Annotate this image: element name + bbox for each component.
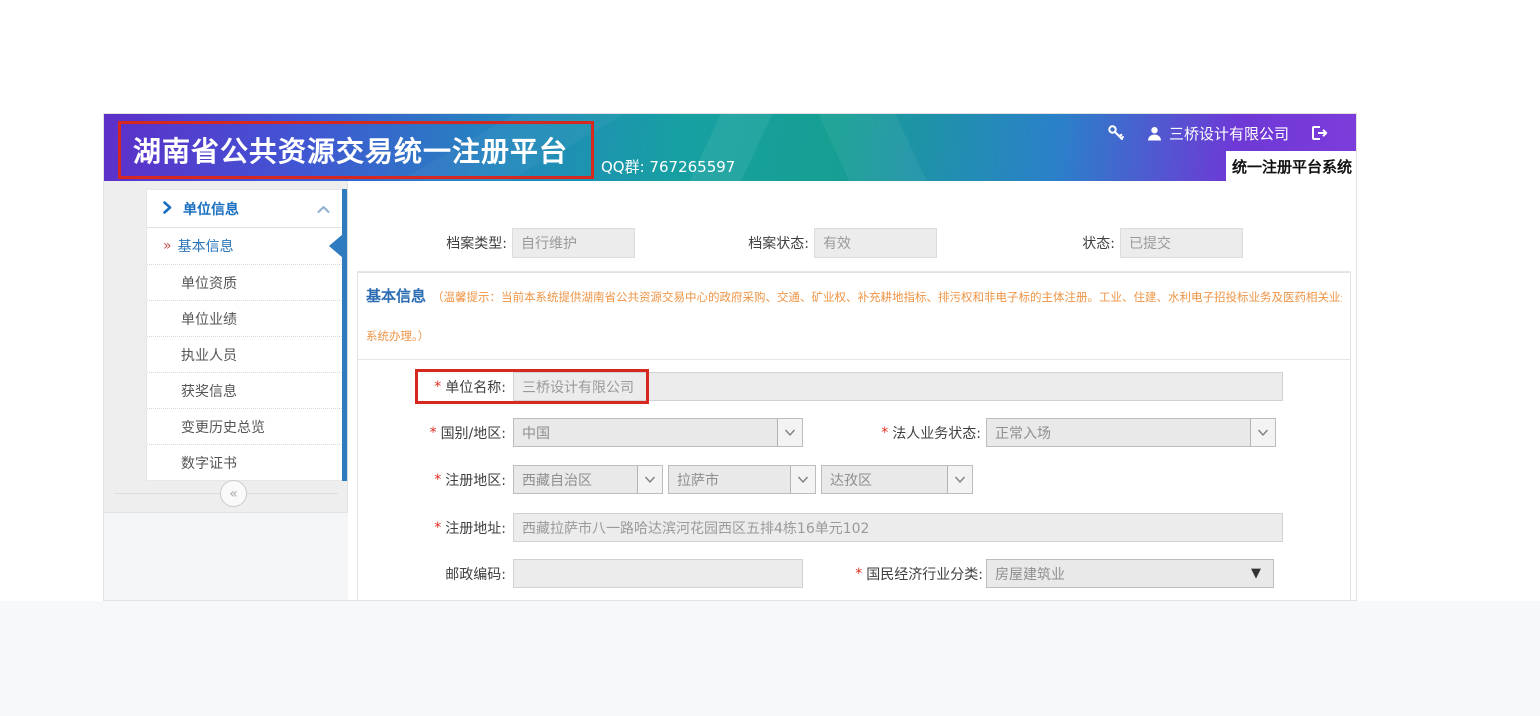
region-row: * 注册地区: 西藏自治区 拉萨市 达孜区 (358, 465, 1352, 495)
sidebar-item-change-history[interactable]: 变更历史总览 (147, 408, 342, 444)
sidebar-item-digital-certificate[interactable]: 数字证书 (147, 444, 342, 480)
chevron-down-icon (777, 419, 802, 446)
status-input[interactable] (1120, 228, 1243, 258)
industry-label: * 国民经济行业分类: (813, 559, 983, 588)
header-actions: 三桥设计有限公司 (1107, 123, 1328, 143)
archive-type-input[interactable] (512, 228, 635, 258)
sidebar: 单位信息 » 基本信息 单位资质 单位业绩 执业人员 获奖信息 变更历史总览 数… (104, 181, 348, 601)
main-content: 档案类型: 档案状态: 状态: 基本信息 （温馨提示：当前本系统提供湖南省公共资… (349, 181, 1357, 601)
sidebar-item-unit-performance[interactable]: 单位业绩 (147, 300, 342, 336)
archive-type-label: 档案类型: (411, 233, 507, 253)
province-select[interactable]: 西藏自治区 (513, 465, 663, 494)
sidebar-item-practitioners[interactable]: 执业人员 (147, 336, 342, 372)
dropdown-triangle-icon: ▼ (1251, 566, 1261, 581)
postal-code-input[interactable] (513, 559, 803, 588)
region-label: * 注册地区: (358, 465, 506, 494)
district-select[interactable]: 达孜区 (821, 465, 973, 494)
address-label: * 注册地址: (358, 513, 506, 542)
status-field: 状态: (1065, 228, 1243, 258)
status-label: 状态: (1065, 233, 1115, 253)
country-select[interactable]: 中国 (513, 418, 803, 447)
unit-name-input[interactable] (513, 372, 1283, 401)
logout-icon[interactable] (1311, 125, 1328, 141)
unit-name-row: * 单位名称: (358, 372, 1352, 402)
tab-unified-registration-system[interactable]: 统一注册平台系统 (1226, 151, 1357, 181)
sidebar-item-basic-info[interactable]: » 基本信息 (147, 228, 342, 264)
section-title: 基本信息 (366, 285, 426, 306)
section-notice-line2: 系统办理。） (366, 328, 1342, 344)
chevron-right-icon (163, 199, 172, 218)
user-menu[interactable]: 三桥设计有限公司 (1147, 123, 1289, 144)
sidebar-item-unit-qualification[interactable]: 单位资质 (147, 264, 342, 300)
legal-status-label: * 法人业务状态: (813, 418, 981, 447)
sidebar-accent-bar (342, 189, 347, 481)
chevron-up-icon[interactable] (317, 199, 330, 218)
active-marker-icon: » (163, 238, 172, 254)
address-input[interactable] (513, 513, 1283, 542)
basic-info-section: 基本信息 （温馨提示：当前本系统提供湖南省公共资源交易中心的政府采购、交通、矿业… (357, 272, 1351, 601)
sidebar-collapse-bar: « (104, 480, 348, 508)
country-row: * 国别/地区: 中国 * 法人业务状态: 正常入场 (358, 418, 1352, 448)
header-banner: 湖南省公共资源交易统一注册平台 QQ群: 767265597 三桥设计有限公司 … (104, 114, 1357, 181)
sidebar-item-awards[interactable]: 获奖信息 (147, 372, 342, 408)
archive-type-field: 档案类型: (411, 228, 635, 258)
address-row: * 注册地址: (358, 513, 1352, 543)
city-select[interactable]: 拉萨市 (668, 465, 816, 494)
chevron-down-icon (947, 466, 972, 493)
archive-status-input[interactable] (814, 228, 937, 258)
sidebar-menu: 单位信息 » 基本信息 单位资质 单位业绩 执业人员 获奖信息 变更历史总览 数… (146, 189, 342, 481)
chevron-down-icon (790, 466, 815, 493)
app-window: 湖南省公共资源交易统一注册平台 QQ群: 767265597 三桥设计有限公司 … (103, 113, 1357, 601)
title-highlight-box: 湖南省公共资源交易统一注册平台 (118, 121, 594, 179)
sidebar-group-unit-info[interactable]: 单位信息 (147, 190, 342, 228)
postal-industry-row: 邮政编码: * 国民经济行业分类: 房屋建筑业 ▼ (358, 559, 1352, 589)
sidebar-empty-area (104, 513, 348, 601)
archive-status-field: 档案状态: (729, 228, 937, 258)
section-header: 基本信息 （温馨提示：当前本系统提供湖南省公共资源交易中心的政府采购、交通、矿业… (358, 273, 1350, 360)
sidebar-group-label: 单位信息 (183, 199, 317, 219)
user-icon (1147, 126, 1162, 141)
company-name: 三桥设计有限公司 (1169, 123, 1289, 144)
collapse-sidebar-icon[interactable]: « (220, 480, 247, 507)
page-title: 湖南省公共资源交易统一注册平台 (133, 130, 568, 170)
key-icon[interactable] (1107, 124, 1125, 142)
unit-name-label: * 单位名称: (358, 372, 506, 401)
postal-code-label: 邮政编码: (358, 559, 506, 588)
qq-group-label: QQ群: 767265597 (601, 156, 735, 177)
archive-status-label: 档案状态: (729, 233, 809, 253)
page-background (0, 601, 1540, 716)
section-notice-line1: （温馨提示：当前本系统提供湖南省公共资源交易中心的政府采购、交通、矿业权、补充耕… (432, 289, 1342, 305)
chevron-down-icon (637, 466, 662, 493)
legal-status-select[interactable]: 正常入场 (986, 418, 1276, 447)
chevron-down-icon (1250, 419, 1275, 446)
country-label: * 国别/地区: (358, 418, 506, 447)
industry-select[interactable]: 房屋建筑业 ▼ (986, 559, 1274, 588)
required-mark: * (434, 379, 441, 395)
